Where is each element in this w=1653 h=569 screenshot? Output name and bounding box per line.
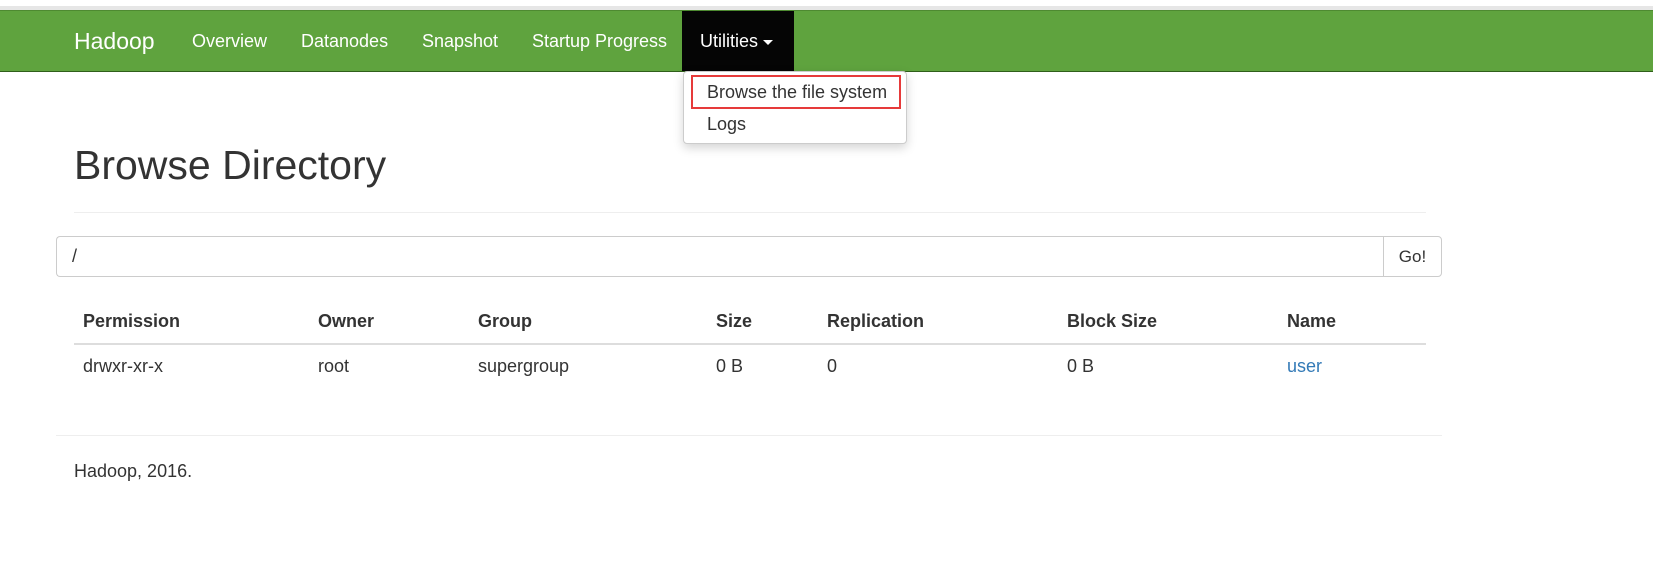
column-header-name[interactable]: Name: [1287, 311, 1336, 332]
title-divider: [74, 212, 1426, 213]
go-button[interactable]: Go!: [1383, 236, 1442, 277]
navbar: Hadoop Overview Datanodes Snapshot Start…: [0, 10, 1653, 72]
column-header-block-size[interactable]: Block Size: [1067, 311, 1157, 332]
column-header-owner[interactable]: Owner: [318, 311, 374, 332]
column-header-replication[interactable]: Replication: [827, 311, 924, 332]
footer-text: Hadoop, 2016.: [74, 461, 193, 481]
cell-replication: 0: [827, 356, 838, 376]
path-input-group: Go!: [56, 236, 1442, 277]
nav-utilities[interactable]: Utilities: [682, 11, 794, 71]
page-title: Browse Directory: [74, 142, 387, 188]
page: Hadoop Overview Datanodes Snapshot Start…: [0, 0, 1653, 569]
utilities-dropdown-menu: Browse the file system Logs: [683, 71, 907, 144]
menu-item-browse-file-system[interactable]: Browse the file system: [707, 82, 887, 103]
menu-item-logs[interactable]: Logs: [707, 114, 746, 135]
column-header-group[interactable]: Group: [478, 311, 532, 332]
column-header-size[interactable]: Size: [716, 311, 752, 332]
nav-snapshot[interactable]: Snapshot: [422, 11, 498, 71]
directory-link-user[interactable]: user: [1287, 356, 1322, 377]
nav-utilities-label: Utilities: [700, 11, 774, 71]
nav-startup-progress[interactable]: Startup Progress: [532, 11, 667, 71]
column-header-permission[interactable]: Permission: [83, 311, 180, 332]
nav-datanodes[interactable]: Datanodes: [301, 11, 388, 71]
directory-path-input[interactable]: [56, 236, 1384, 277]
nav-overview[interactable]: Overview: [192, 11, 267, 71]
table-header-divider: [74, 343, 1426, 345]
cell-group: supergroup: [478, 356, 570, 376]
cell-size: 0 B: [716, 356, 744, 376]
footer-divider: [56, 435, 1442, 436]
cell-block-size: 0 B: [1067, 356, 1095, 376]
brand-link[interactable]: Hadoop: [74, 11, 155, 71]
caret-down-icon: [763, 39, 774, 45]
nav-utilities-text: Utilities: [700, 31, 759, 51]
cell-permission: drwxr-xr-x: [83, 356, 163, 376]
cell-owner: root: [318, 356, 350, 376]
